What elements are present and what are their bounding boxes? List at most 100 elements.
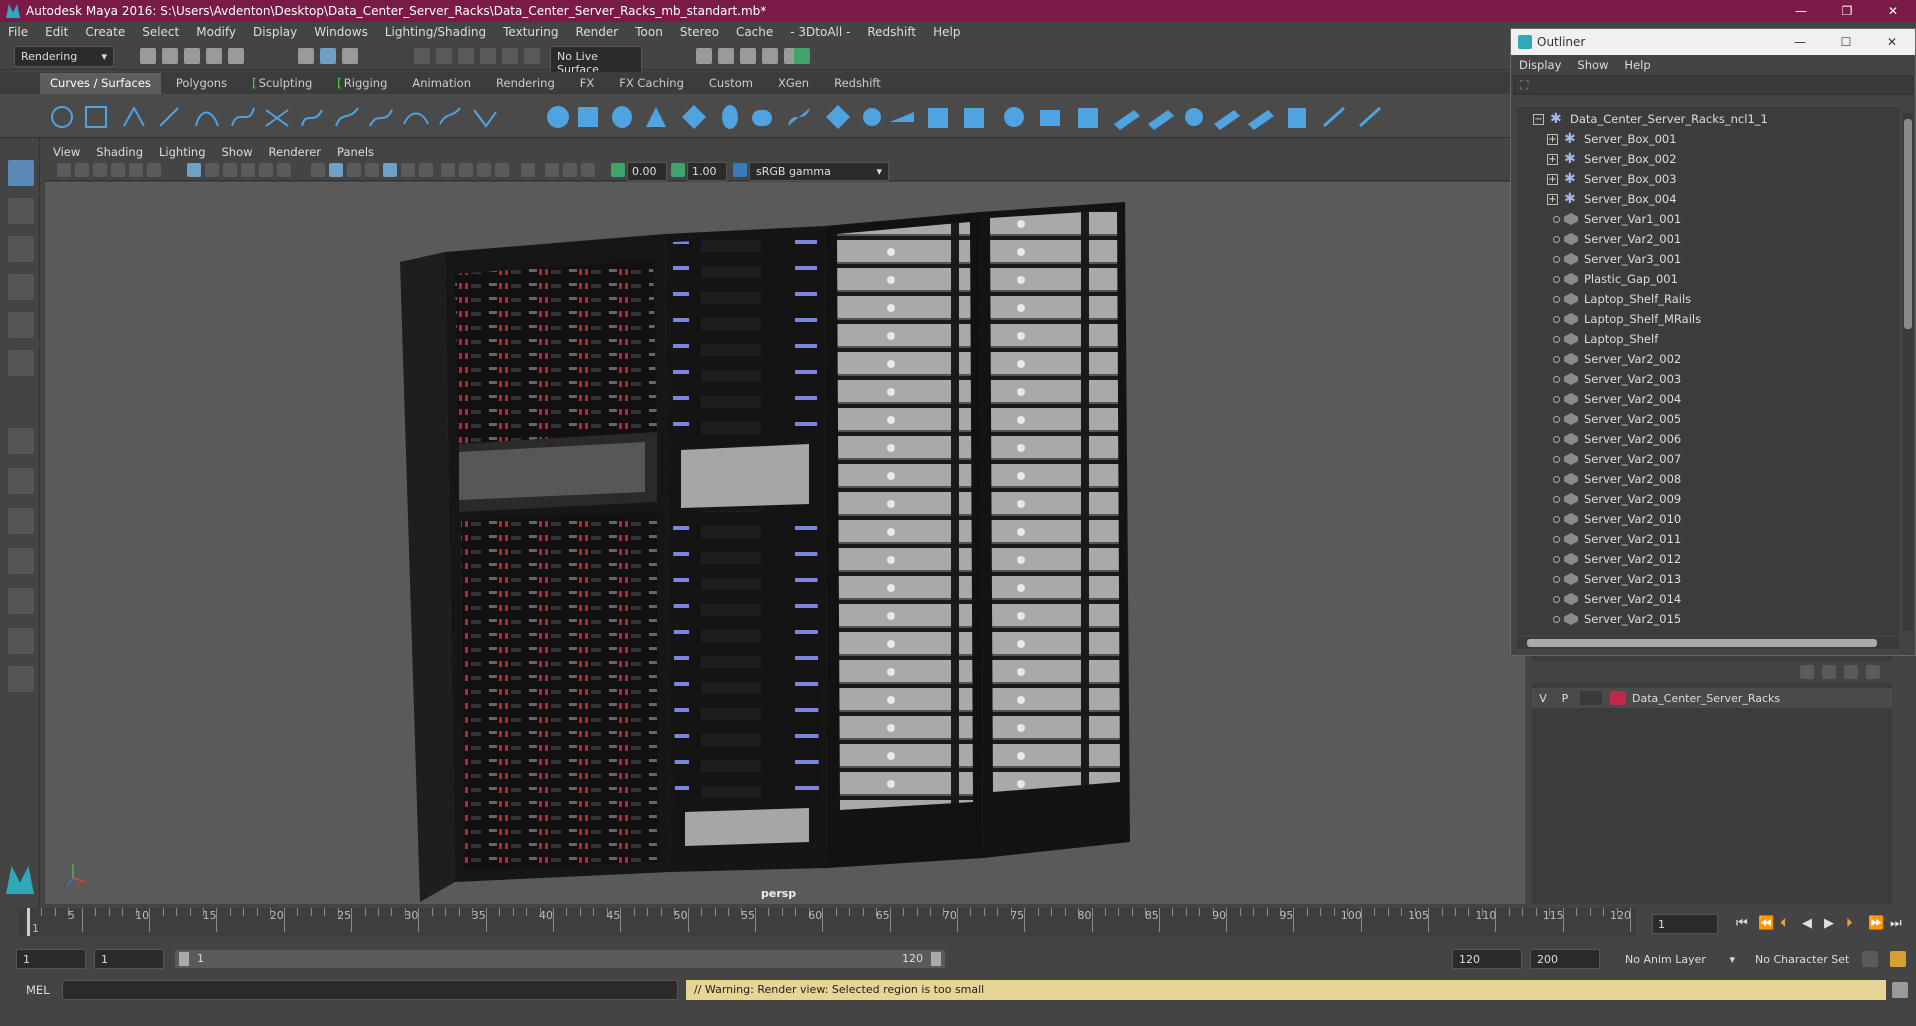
go-to-start-icon[interactable]: ⏮ [1736, 916, 1748, 931]
tab-fx-caching[interactable]: FX Caching [609, 73, 694, 94]
scale-tool-icon[interactable] [8, 350, 34, 376]
menu-edit[interactable]: Edit [45, 25, 68, 39]
default-material-icon[interactable] [347, 163, 361, 177]
tree-item-row[interactable]: Server_Var2_008 [1517, 469, 1899, 489]
arc-tool-icon[interactable] [195, 111, 219, 127]
sculpt-geometry-icon[interactable] [1248, 110, 1274, 130]
render-frame-icon[interactable] [718, 48, 734, 64]
step-forward-key-icon[interactable]: ⏩ [1868, 916, 1884, 931]
tree-item-row[interactable]: Server_Var2_002 [1517, 349, 1899, 369]
tree-item-row[interactable]: Server_Var2_001 [1517, 229, 1899, 249]
outliner-layout-icon[interactable] [8, 508, 34, 534]
project-curve-icon[interactable] [1040, 110, 1060, 126]
menu-texturing[interactable]: Texturing [503, 25, 558, 39]
tree-item-row[interactable]: Server_Var2_015 [1517, 609, 1899, 629]
planar-icon[interactable] [826, 105, 850, 129]
menu-lighting-shading[interactable]: Lighting/Shading [385, 25, 486, 39]
script-language-button[interactable]: MEL [26, 983, 50, 997]
command-input[interactable] [62, 980, 678, 1000]
paint-icon[interactable] [1322, 106, 1346, 128]
single-perspective-layout-icon[interactable] [8, 428, 34, 454]
go-to-end-icon[interactable]: ⏭ [1890, 916, 1902, 931]
textured-icon[interactable] [383, 163, 397, 177]
outliner-menu-show[interactable]: Show [1577, 58, 1608, 72]
menu-windows[interactable]: Windows [314, 25, 368, 39]
xray-icon[interactable] [545, 163, 559, 177]
view-transform-dropdown[interactable]: sRGB gamma ▾ [749, 162, 889, 181]
square-surface-icon[interactable] [964, 108, 984, 128]
isolate-select-icon[interactable] [521, 163, 535, 177]
grease-pencil-icon[interactable] [147, 163, 161, 177]
extend-curve-icon[interactable] [439, 107, 461, 125]
resolution-gate-icon[interactable] [223, 163, 237, 177]
tree-item-row[interactable]: Server_Var2_013 [1517, 569, 1899, 589]
new-scene-icon[interactable] [140, 48, 156, 64]
tree-item-row[interactable]: Server_Var2_010 [1517, 509, 1899, 529]
open-scene-icon[interactable] [162, 48, 178, 64]
move-tool-icon[interactable] [8, 274, 34, 300]
select-tool-icon[interactable] [8, 160, 34, 186]
extrude-icon[interactable] [863, 108, 881, 126]
layer-display-type[interactable] [1580, 691, 1602, 705]
outliner-menu-help[interactable]: Help [1624, 58, 1650, 72]
paint-select-tool-icon[interactable] [8, 236, 34, 262]
tree-item-row[interactable]: Server_Var3_001 [1517, 249, 1899, 269]
outliner-menu-display[interactable]: Display [1519, 58, 1561, 72]
play-forward-icon[interactable]: ▶ [1824, 916, 1834, 931]
snap-view-plane-icon[interactable] [480, 48, 496, 64]
safe-action-icon[interactable] [277, 163, 291, 177]
tree-item-row[interactable]: Laptop_Shelf [1517, 329, 1899, 349]
film-gate-icon[interactable] [205, 163, 219, 177]
tab-custom[interactable]: Custom [699, 73, 763, 94]
nurbs-cone-icon[interactable] [646, 107, 666, 127]
outliner-maximize-button[interactable]: ☐ [1823, 29, 1869, 55]
character-set-dropdown[interactable]: No Character Set [1748, 949, 1868, 969]
revolve-icon[interactable] [752, 110, 772, 126]
gate-mask-icon[interactable] [241, 163, 255, 177]
tree-item-row[interactable]: Server_Var1_001 [1517, 209, 1899, 229]
wireframe-on-shaded-icon[interactable] [365, 163, 379, 177]
outliner-vertical-scrollbar[interactable] [1903, 113, 1913, 631]
scroll-thumb[interactable] [1904, 119, 1912, 329]
tab-animation[interactable]: Animation [402, 73, 481, 94]
booleans-icon[interactable] [1148, 110, 1174, 130]
grid-toggle-icon[interactable] [187, 163, 201, 177]
playback-end-field[interactable]: 120 [1452, 949, 1522, 969]
step-back-key-icon[interactable]: ⏪ [1758, 916, 1774, 931]
undo-icon[interactable] [206, 48, 222, 64]
surface-editing-icon[interactable] [1288, 108, 1306, 128]
tree-item-row[interactable]: Server_Var2_012 [1517, 549, 1899, 569]
current-time-indicator[interactable] [27, 908, 30, 936]
expand-icon[interactable]: + [1547, 133, 1558, 145]
nurbs-cylinder-icon[interactable] [612, 106, 632, 128]
soft-mod-icon[interactable] [1358, 106, 1382, 128]
outliner-search-input[interactable]: ⛶ [1513, 75, 1913, 95]
snap-grid-icon[interactable] [414, 48, 430, 64]
tree-item-row[interactable]: Laptop_Shelf_MRails [1517, 309, 1899, 329]
nurbs-square-icon[interactable] [85, 106, 107, 128]
boundary-icon[interactable] [928, 108, 948, 128]
outliner-minimize-button[interactable]: — [1777, 29, 1823, 55]
tab-sculpting[interactable]: Sculpting [242, 73, 322, 94]
tab-redshift[interactable]: Redshift [824, 73, 891, 94]
nurbs-torus-icon[interactable] [722, 105, 738, 129]
graph-layout-icon[interactable] [8, 548, 34, 574]
exposure-icon[interactable] [611, 163, 625, 177]
stitch-icon[interactable] [1214, 110, 1240, 130]
rebuild-surface-icon[interactable] [1185, 108, 1203, 126]
time-slider[interactable]: 1 5 10 15 20 25 30 35 40 45 50 55 60 65 70 75 80 85 90 95 10… [18, 908, 1636, 936]
range-end-handle[interactable] [931, 952, 941, 966]
expand-icon[interactable]: + [1547, 153, 1558, 165]
motion-blur-icon[interactable] [459, 163, 473, 177]
render-view-icon[interactable] [762, 48, 778, 64]
layer-move-up-icon[interactable] [1800, 665, 1814, 679]
pencil-curve-icon[interactable] [159, 107, 179, 127]
snap-vertex-icon[interactable] [524, 48, 540, 64]
new-layer-from-selected-icon[interactable] [1866, 665, 1880, 679]
tree-item-row[interactable]: + ✱ Server_Box_001 [1517, 129, 1899, 149]
nurbs-sphere-icon[interactable] [547, 106, 569, 128]
tab-polygons[interactable]: Polygons [166, 73, 237, 94]
2d-pan-zoom-icon[interactable] [129, 163, 143, 177]
menu-modify[interactable]: Modify [196, 25, 236, 39]
outliner-close-button[interactable]: ✕ [1869, 29, 1915, 55]
